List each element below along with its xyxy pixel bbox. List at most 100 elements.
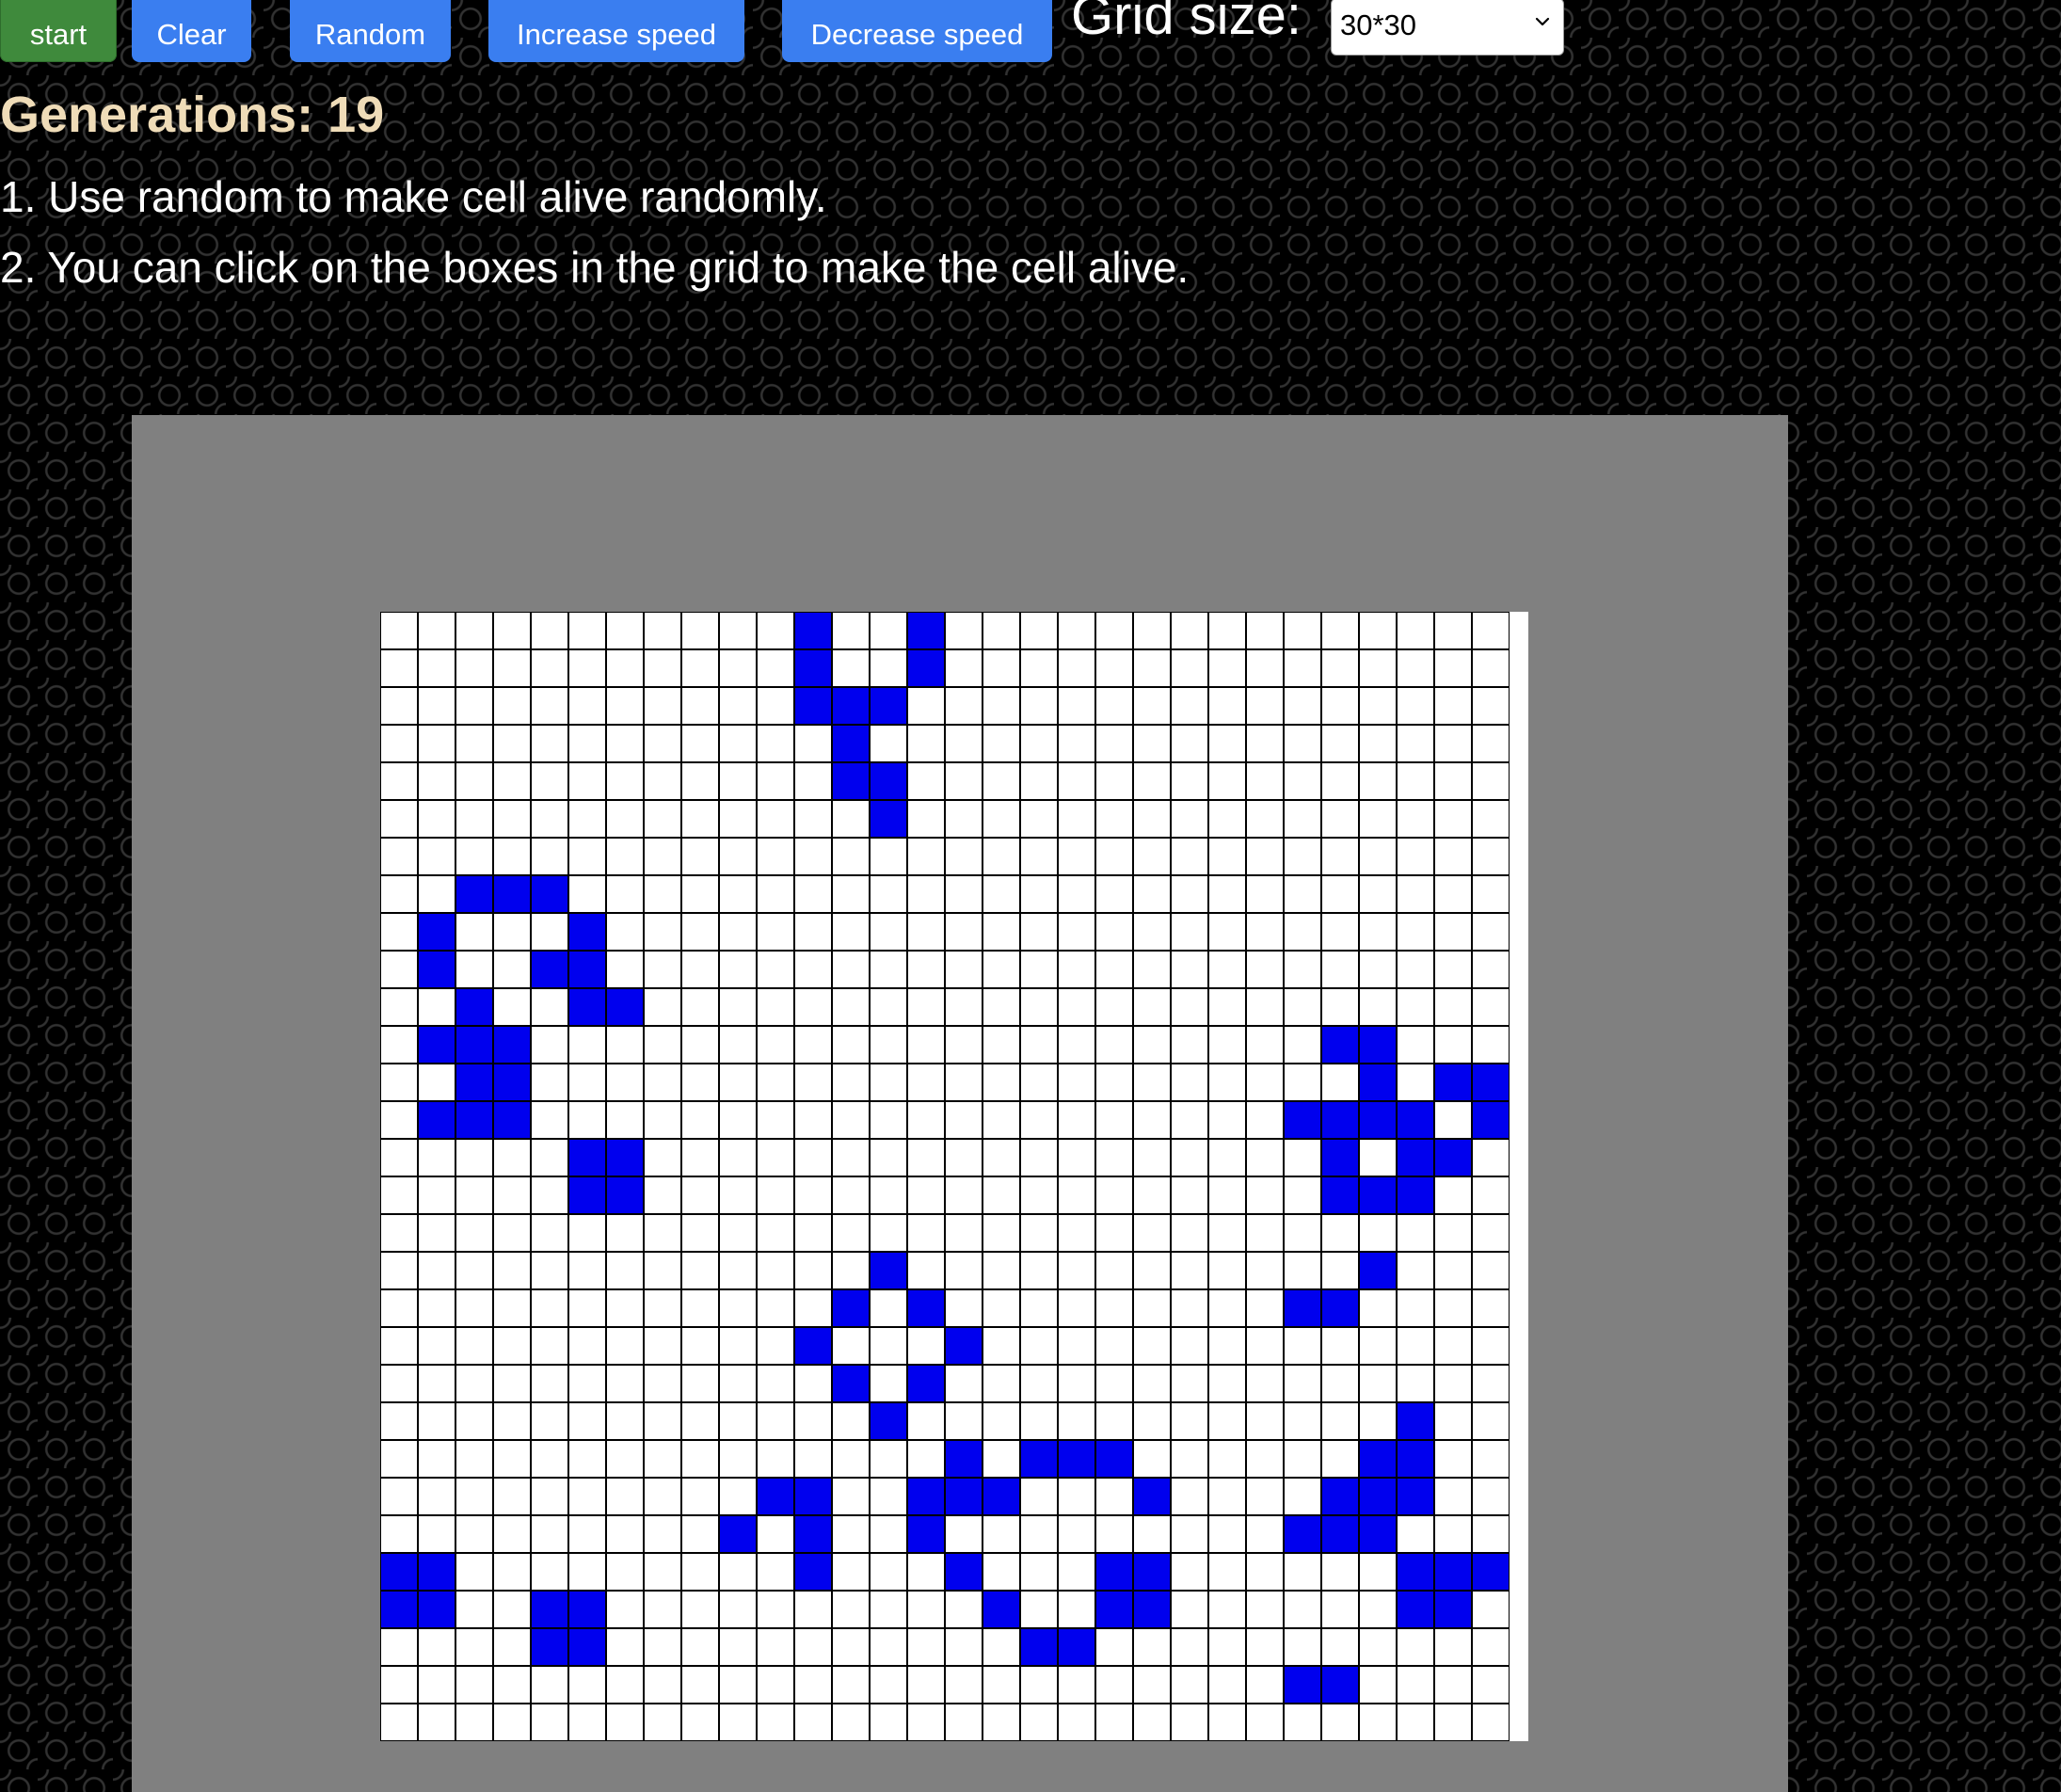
grid-cell[interactable] (870, 1440, 907, 1478)
grid-cell[interactable] (1246, 1064, 1284, 1101)
grid-cell[interactable] (1095, 1176, 1133, 1214)
grid-cell[interactable] (568, 1478, 606, 1515)
grid-cell[interactable] (644, 1365, 681, 1402)
grid-cell[interactable] (455, 1591, 493, 1628)
grid-cell-alive[interactable] (493, 1101, 531, 1139)
grid-cell[interactable] (1020, 1478, 1058, 1515)
grid-cell[interactable] (1284, 1252, 1321, 1289)
grid-cell[interactable] (757, 1064, 794, 1101)
grid-cell[interactable] (757, 1101, 794, 1139)
grid-cell[interactable] (644, 800, 681, 838)
grid-cell[interactable] (644, 649, 681, 687)
grid-cell[interactable] (1058, 762, 1095, 800)
grid-cell[interactable] (1284, 1478, 1321, 1515)
grid-cell[interactable] (794, 762, 832, 800)
grid-cell[interactable] (531, 687, 568, 725)
grid-cell[interactable] (1246, 1704, 1284, 1741)
grid-cell[interactable] (1058, 1402, 1095, 1440)
grid-cell[interactable] (1058, 1064, 1095, 1101)
grid-cell[interactable] (1434, 1704, 1472, 1741)
grid-cell[interactable] (1321, 1553, 1359, 1591)
grid-cell[interactable] (1246, 1591, 1284, 1628)
grid-cell[interactable] (1359, 913, 1397, 951)
grid-cell[interactable] (418, 875, 455, 913)
grid-cell[interactable] (681, 1327, 719, 1365)
grid-cell[interactable] (1208, 913, 1246, 951)
grid-cell[interactable] (681, 838, 719, 875)
grid-cell[interactable] (1208, 649, 1246, 687)
grid-cell-alive[interactable] (719, 1515, 757, 1553)
grid-cell[interactable] (493, 1553, 531, 1591)
grid-cell[interactable] (1284, 1139, 1321, 1176)
grid-cell[interactable] (681, 649, 719, 687)
grid-cell[interactable] (757, 875, 794, 913)
grid-cell[interactable] (945, 913, 983, 951)
grid-cell[interactable] (1284, 951, 1321, 988)
grid-cell[interactable] (1397, 762, 1434, 800)
grid-cell[interactable] (1472, 913, 1510, 951)
grid-cell[interactable] (568, 1101, 606, 1139)
grid-cell[interactable] (1246, 612, 1284, 649)
grid-cell-alive[interactable] (945, 1327, 983, 1365)
grid-cell[interactable] (455, 838, 493, 875)
grid-cell[interactable] (1171, 1591, 1208, 1628)
grid-cell[interactable] (1133, 1101, 1171, 1139)
grid-cell-alive[interactable] (531, 1591, 568, 1628)
grid-cell[interactable] (380, 913, 418, 951)
grid-cell[interactable] (719, 1440, 757, 1478)
grid-cell[interactable] (794, 1139, 832, 1176)
grid-cell[interactable] (380, 1101, 418, 1139)
grid-cell[interactable] (1020, 1176, 1058, 1214)
grid-cell[interactable] (644, 1327, 681, 1365)
grid-cell[interactable] (1397, 1252, 1434, 1289)
grid-cell[interactable] (1397, 951, 1434, 988)
grid-cell[interactable] (794, 1289, 832, 1327)
grid-cell[interactable] (1133, 1176, 1171, 1214)
grid-cell[interactable] (1171, 800, 1208, 838)
grid-cell[interactable] (832, 1139, 870, 1176)
grid-cell[interactable] (757, 1139, 794, 1176)
grid-cell[interactable] (531, 762, 568, 800)
grid-cell[interactable] (870, 725, 907, 762)
grid-cell[interactable] (1321, 1704, 1359, 1741)
grid-cell[interactable] (380, 1402, 418, 1440)
grid-cell[interactable] (380, 951, 418, 988)
grid-cell[interactable] (1208, 1591, 1246, 1628)
grid-cell[interactable] (418, 1214, 455, 1252)
start-button[interactable]: start (0, 0, 117, 62)
grid-cell[interactable] (719, 1553, 757, 1591)
grid-cell[interactable] (983, 800, 1020, 838)
grid-cell[interactable] (418, 800, 455, 838)
grid-cell-alive[interactable] (907, 612, 945, 649)
grid-cell[interactable] (870, 1064, 907, 1101)
grid-cell[interactable] (870, 1478, 907, 1515)
grid-cell[interactable] (568, 1327, 606, 1365)
grid-cell[interactable] (719, 612, 757, 649)
grid-cell[interactable] (1359, 1628, 1397, 1666)
grid-cell[interactable] (832, 1591, 870, 1628)
grid-cell-alive[interactable] (870, 762, 907, 800)
grid-cell[interactable] (1321, 612, 1359, 649)
grid-cell[interactable] (455, 1553, 493, 1591)
grid-cell[interactable] (870, 1214, 907, 1252)
grid-cell-alive[interactable] (1359, 1064, 1397, 1101)
grid-cell[interactable] (832, 1176, 870, 1214)
clear-button[interactable]: Clear (132, 0, 251, 62)
grid-cell[interactable] (1472, 649, 1510, 687)
grid-cell[interactable] (719, 913, 757, 951)
grid-cell[interactable] (983, 1666, 1020, 1704)
grid-cell[interactable] (1095, 1139, 1133, 1176)
grid-cell[interactable] (1133, 612, 1171, 649)
grid-cell[interactable] (870, 1704, 907, 1741)
grid-cell-alive[interactable] (1397, 1591, 1434, 1628)
grid-cell[interactable] (418, 1478, 455, 1515)
grid-cell[interactable] (1208, 800, 1246, 838)
grid-cell[interactable] (794, 951, 832, 988)
grid-cell[interactable] (1284, 1704, 1321, 1741)
grid-cell[interactable] (380, 687, 418, 725)
grid-cell[interactable] (870, 1139, 907, 1176)
grid-cell[interactable] (1095, 1252, 1133, 1289)
grid-cell[interactable] (1020, 1515, 1058, 1553)
grid-cell[interactable] (983, 988, 1020, 1026)
grid-cell[interactable] (1359, 725, 1397, 762)
